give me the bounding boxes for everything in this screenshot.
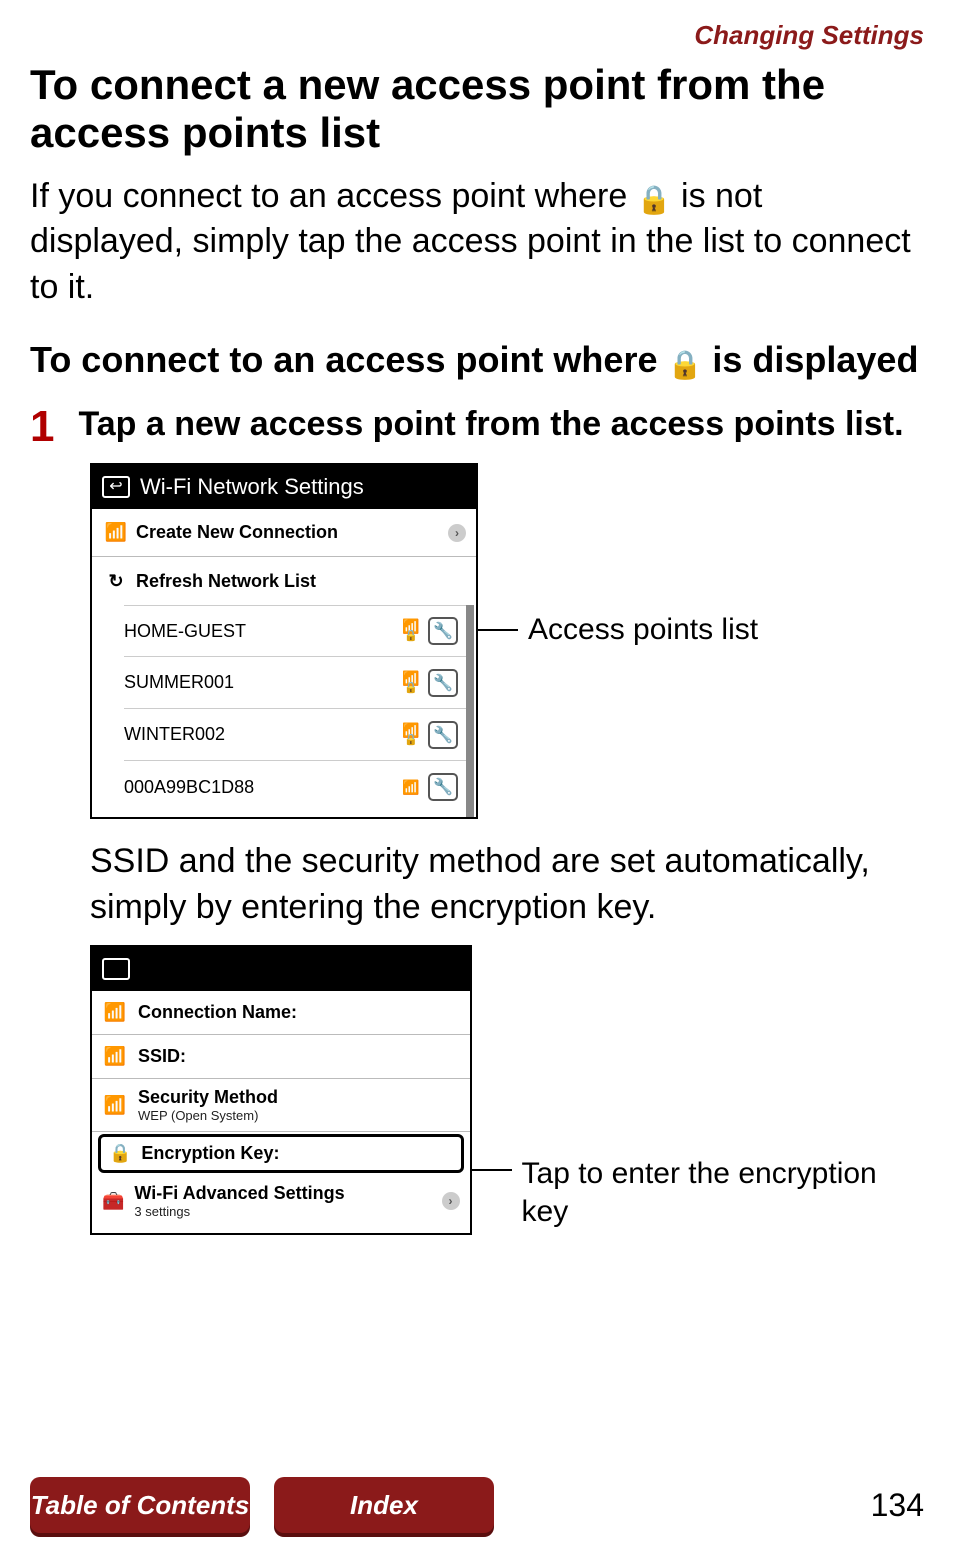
wrench-icon[interactable]: 🔧	[428, 773, 458, 801]
refresh-row[interactable]: ↻ Refresh Network List	[92, 557, 476, 605]
connection-form-screenshot: ↩ 📶 Connection Name: 📶 SSID: 📶 Security …	[90, 945, 472, 1235]
refresh-label: Refresh Network List	[136, 571, 316, 592]
subheading-after: is displayed	[702, 339, 918, 380]
screen-title: Wi-Fi Network Settings	[140, 474, 364, 500]
refresh-icon: ↻	[102, 571, 130, 592]
ssid-field[interactable]: 📶 SSID:	[92, 1035, 470, 1079]
signal-lock-icon: 📶🔒	[400, 621, 422, 641]
toolbox-icon: 🧰	[102, 1191, 124, 1212]
signal-lock-icon: 📶🔒	[400, 673, 422, 693]
wrench-icon[interactable]: 🔧	[428, 721, 458, 749]
network-ssid: 000A99BC1D88	[124, 777, 400, 798]
index-button[interactable]: Index	[274, 1477, 494, 1533]
create-connection-label: Create New Connection	[136, 522, 338, 543]
intro-paragraph: If you connect to an access point where …	[30, 174, 924, 312]
advanced-settings-label: Wi-Fi Advanced Settings	[134, 1183, 431, 1204]
intro-text-before: If you connect to an access point where	[30, 177, 637, 215]
signal-lock-icon: 📶🔒	[400, 725, 422, 745]
network-row[interactable]: WINTER002 📶🔒 🔧	[124, 709, 470, 761]
wifi-plus-icon: 📶	[102, 522, 130, 543]
wrench-icon[interactable]: 🔧	[428, 617, 458, 645]
advanced-settings-row[interactable]: 🧰 Wi-Fi Advanced Settings 3 settings ›	[92, 1175, 470, 1233]
back-icon[interactable]: ↩	[102, 476, 130, 498]
screen-titlebar: ↩	[92, 947, 470, 991]
access-points-list: HOME-GUEST 📶🔒 🔧 SUMMER001 📶🔒 🔧 WINTER002…	[92, 605, 476, 817]
advanced-settings-count: 3 settings	[134, 1204, 431, 1219]
lock-icon: 🔒	[637, 181, 672, 219]
chevron-icon: ›	[442, 1192, 460, 1210]
network-row[interactable]: 000A99BC1D88 📶 🔧	[124, 761, 470, 813]
network-row[interactable]: HOME-GUEST 📶🔒 🔧	[124, 605, 470, 657]
sub-heading: To connect to an access point where 🔒 is…	[30, 339, 924, 381]
page-number: 134	[871, 1487, 924, 1524]
callout-line	[478, 629, 518, 631]
lock-icon: 🔒	[667, 348, 702, 381]
callout-access-points: Access points list	[528, 613, 758, 647]
security-method-field[interactable]: 📶 Security Method WEP (Open System)	[92, 1079, 470, 1132]
security-method-label: Security Method	[138, 1087, 278, 1108]
signal-icon: 📶	[400, 782, 422, 793]
wifi-icon: 📶	[102, 1002, 128, 1023]
step-note: SSID and the security method are set aut…	[90, 839, 924, 931]
step-1: 1 Tap a new access point from the access…	[30, 403, 924, 449]
subheading-before: To connect to an access point where	[30, 339, 667, 380]
key-lock-icon: 🔒	[109, 1143, 131, 1164]
wrench-icon[interactable]: 🔧	[428, 669, 458, 697]
wifi-info-icon: 📶	[102, 1046, 128, 1067]
network-row[interactable]: SUMMER001 📶🔒 🔧	[124, 657, 470, 709]
callout-line	[472, 1169, 512, 1171]
network-ssid: WINTER002	[124, 724, 400, 745]
create-connection-row[interactable]: 📶 Create New Connection ›	[92, 509, 476, 557]
connection-name-label: Connection Name:	[138, 1002, 297, 1023]
security-method-value: WEP (Open System)	[138, 1108, 278, 1123]
ssid-label: SSID:	[138, 1046, 186, 1067]
table-of-contents-button[interactable]: Table of Contents	[30, 1477, 250, 1533]
main-heading: To connect a new access point from the a…	[30, 61, 924, 158]
encryption-key-label: Encryption Key:	[141, 1143, 279, 1164]
encryption-key-field[interactable]: 🔒 Encryption Key:	[98, 1134, 464, 1173]
network-ssid: SUMMER001	[124, 672, 400, 693]
screen-titlebar: ↩ Wi-Fi Network Settings	[92, 465, 476, 509]
wifi-lock-icon: 📶	[102, 1095, 128, 1116]
wifi-settings-screenshot: ↩ Wi-Fi Network Settings 📶 Create New Co…	[90, 463, 478, 819]
step-number: 1	[30, 405, 54, 449]
section-header: Changing Settings	[30, 20, 924, 51]
chevron-icon: ›	[448, 524, 466, 542]
step-text: Tap a new access point from the access p…	[78, 403, 903, 446]
network-ssid: HOME-GUEST	[124, 621, 400, 642]
callout-encryption-key: Tap to enter the encryption key	[522, 1155, 924, 1230]
back-icon[interactable]: ↩	[102, 958, 130, 980]
connection-name-field[interactable]: 📶 Connection Name:	[92, 991, 470, 1035]
